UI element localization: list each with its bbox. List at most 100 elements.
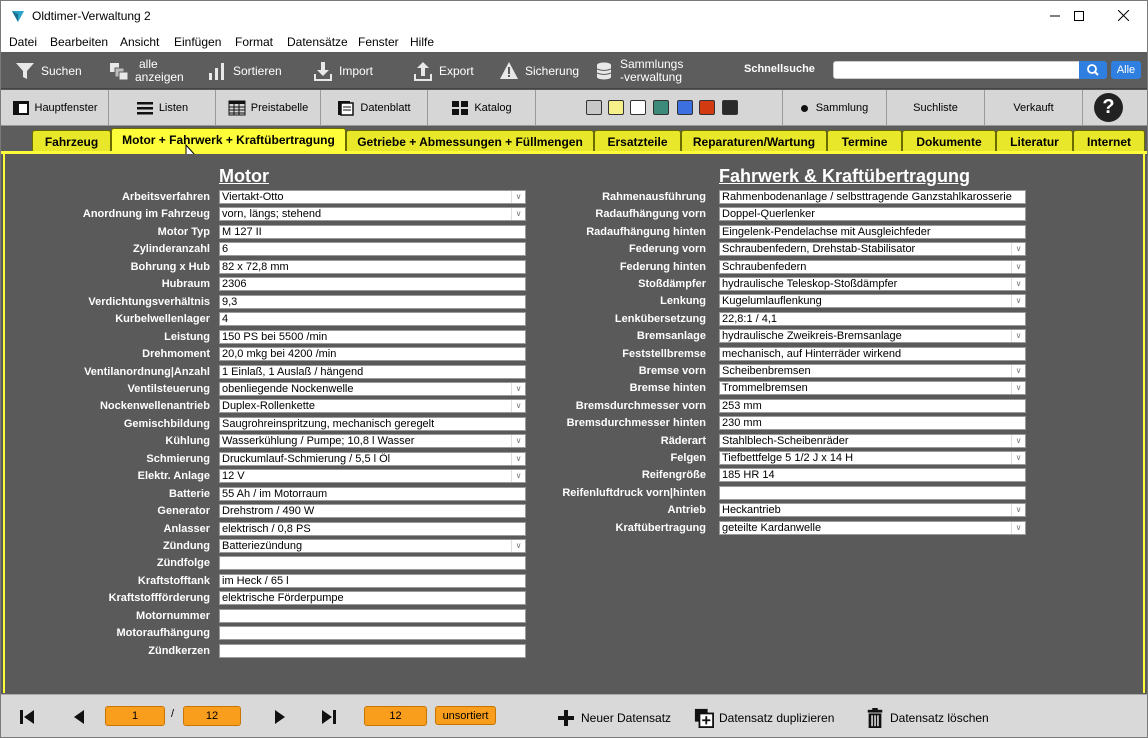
tab-fahrzeug[interactable]: Fahrzeug [32,130,111,153]
color-swatch-gray[interactable] [586,100,602,115]
motor-field-input[interactable]: elektrische Förderpumpe [219,591,526,606]
chassis-field-input[interactable]: Eingelenk-Pendelachse mit Ausgleichfeder [719,224,1026,239]
chassis-field-value: geteilte Kardanwelle [722,521,822,534]
menu-datei[interactable]: Datei [9,35,37,49]
chassis-field-input[interactable] [719,485,1026,500]
show-all-results-button[interactable]: Alle [1111,61,1141,79]
sort-button[interactable]: Sortieren [207,53,282,89]
chevron-down-icon[interactable]: ∨ [1011,278,1025,290]
tab-reparaturen[interactable]: Reparaturen/Wartung [681,130,827,153]
menu-datensaetze[interactable]: Datensätze [287,35,348,49]
menu-format[interactable]: Format [235,35,273,49]
motor-field-input[interactable] [219,643,526,658]
tab-literatur[interactable]: Literatur [996,130,1073,153]
chevron-down-icon[interactable]: ∨ [511,540,525,552]
chassis-field-select[interactable]: geteilte Kardanwelle ∨ [719,520,1026,535]
next-record-icon[interactable] [272,709,288,725]
color-swatch-yellow[interactable] [608,100,624,115]
first-record-icon[interactable] [19,709,35,725]
motor-field-input[interactable] [219,556,526,571]
chassis-field-select[interactable]: Heckantrieb ∨ [719,503,1026,518]
tab-motor-fahrwerk[interactable]: Motor + Fahrwerk + Kraftübertragung [111,128,346,153]
color-swatch-black[interactable] [722,100,738,115]
motor-field-input[interactable] [219,608,526,623]
menu-bearbeiten[interactable]: Bearbeiten [50,35,108,49]
tab-dokumente[interactable]: Dokumente [902,130,996,153]
menu-ansicht[interactable]: Ansicht [120,35,159,49]
import-button[interactable]: Import [313,53,373,89]
chassis-field-input[interactable]: Rahmenbodenanlage / selbsttragende Ganzs… [719,190,1026,204]
new-record-button[interactable]: Neuer Datensatz [556,707,671,729]
chassis-field-select[interactable]: Kugelumlauflenkung ∨ [719,294,1026,309]
chassis-field-select[interactable]: Schraubenfedern ∨ [719,259,1026,274]
chassis-field-input[interactable]: 22,8:1 / 4,1 [719,311,1026,326]
previous-record-icon[interactable] [71,709,87,725]
motor-field-label: Bohrung x Hub [130,260,210,273]
close-icon [1117,9,1129,22]
chassis-field-select[interactable]: hydraulische Zweikreis-Bremsanlage ∨ [719,329,1026,344]
motor-field-input[interactable] [219,626,526,641]
chassis-field-input[interactable]: 185 HR 14 [719,468,1026,483]
sold-button[interactable]: Verkauft [985,90,1083,126]
tab-ersatzteile[interactable]: Ersatzteile [594,130,681,153]
chassis-field-select[interactable]: Tiefbettfelge 5 1/2 J x 14 H ∨ [719,451,1026,465]
collection-button[interactable]: Sammlung [783,90,887,126]
price-table-button[interactable]: Preistabelle [216,90,321,126]
tab-termine[interactable]: Termine [827,130,902,153]
lists-button[interactable]: Listen [109,90,216,126]
catalog-button[interactable]: Katalog [428,90,536,126]
quick-search-button[interactable] [1079,61,1107,79]
chevron-down-icon[interactable]: ∨ [1011,521,1025,534]
menu-einfuegen[interactable]: Einfügen [174,35,221,49]
main-window-button[interactable]: Hauptfenster [1,90,109,126]
chassis-field-select[interactable]: Trommelbremsen ∨ [719,381,1026,396]
color-swatch-red[interactable] [699,100,715,115]
color-swatch-blue[interactable] [677,100,693,115]
chevron-down-icon[interactable]: ∨ [1011,330,1025,343]
collection-management-button[interactable]: Sammlungs -verwaltung [594,53,683,89]
chevron-down-icon[interactable]: ∨ [1011,382,1025,395]
tab-internet[interactable]: Internet [1073,130,1145,153]
chassis-field-select[interactable]: Scheibenbremsen ∨ [719,364,1026,378]
delete-record-button[interactable]: Datensatz löschen [865,707,989,729]
show-all-button[interactable]: alle anzeigen [109,53,184,89]
color-swatch-white[interactable] [630,100,646,115]
search-list-button[interactable]: Suchliste [887,90,985,126]
chevron-down-icon[interactable]: ∨ [1011,434,1025,447]
help-button[interactable]: ? [1094,93,1123,122]
chassis-field-select[interactable]: Stahlblech-Scheibenräder ∨ [719,433,1026,448]
chevron-down-icon[interactable]: ∨ [1011,295,1025,308]
chassis-field-select[interactable]: Schraubenfedern, Drehstab-Stabilisator ∨ [719,242,1026,257]
current-record-field[interactable]: 1 [105,706,165,726]
color-swatch-teal[interactable] [653,100,669,115]
data-sheet-button[interactable]: Datenblatt [321,90,428,126]
sort-state-badge[interactable]: unsortiert [435,706,496,725]
backup-button[interactable]: Sicherung [499,53,579,89]
motor-field-label: Zylinderanzahl [132,243,210,256]
chevron-down-icon[interactable]: ∨ [1011,260,1025,273]
maximize-button[interactable] [1056,1,1102,32]
menu-fenster[interactable]: Fenster [358,35,399,49]
motor-field-input[interactable]: im Heck / 65 l [219,573,526,588]
menu-hilfe[interactable]: Hilfe [410,35,434,49]
chassis-field-value: Stahlblech-Scheibenräder [722,434,849,447]
motor-field-label: Kraftstofftank [137,574,210,587]
chassis-field-input[interactable]: Doppel-Querlenker [719,207,1026,222]
chassis-field-input[interactable]: mechanisch, auf Hinterräder wirkend [719,346,1026,361]
duplicate-record-button[interactable]: Datensatz duplizieren [694,707,834,729]
close-button[interactable] [1100,1,1146,32]
search-icon [1087,64,1099,76]
export-button[interactable]: Export [413,53,474,89]
chassis-field-select[interactable]: hydraulische Teleskop-Stoßdämpfer ∨ [719,277,1026,291]
chevron-down-icon[interactable]: ∨ [1011,243,1025,256]
motor-field-select[interactable]: Batteriezündung ∨ [219,539,526,553]
search-button[interactable]: Suchen [15,53,82,89]
chevron-down-icon[interactable]: ∨ [1011,504,1025,517]
chevron-down-icon[interactable]: ∨ [1011,365,1025,377]
last-record-icon[interactable] [321,709,337,725]
chassis-field-input[interactable]: 253 mm [719,398,1026,413]
chassis-field-input[interactable]: 230 mm [719,416,1026,431]
chevron-down-icon[interactable]: ∨ [1011,452,1025,464]
quick-search-input[interactable] [833,61,1080,79]
tab-getriebe[interactable]: Getriebe + Abmessungen + Füllmengen [346,130,594,153]
